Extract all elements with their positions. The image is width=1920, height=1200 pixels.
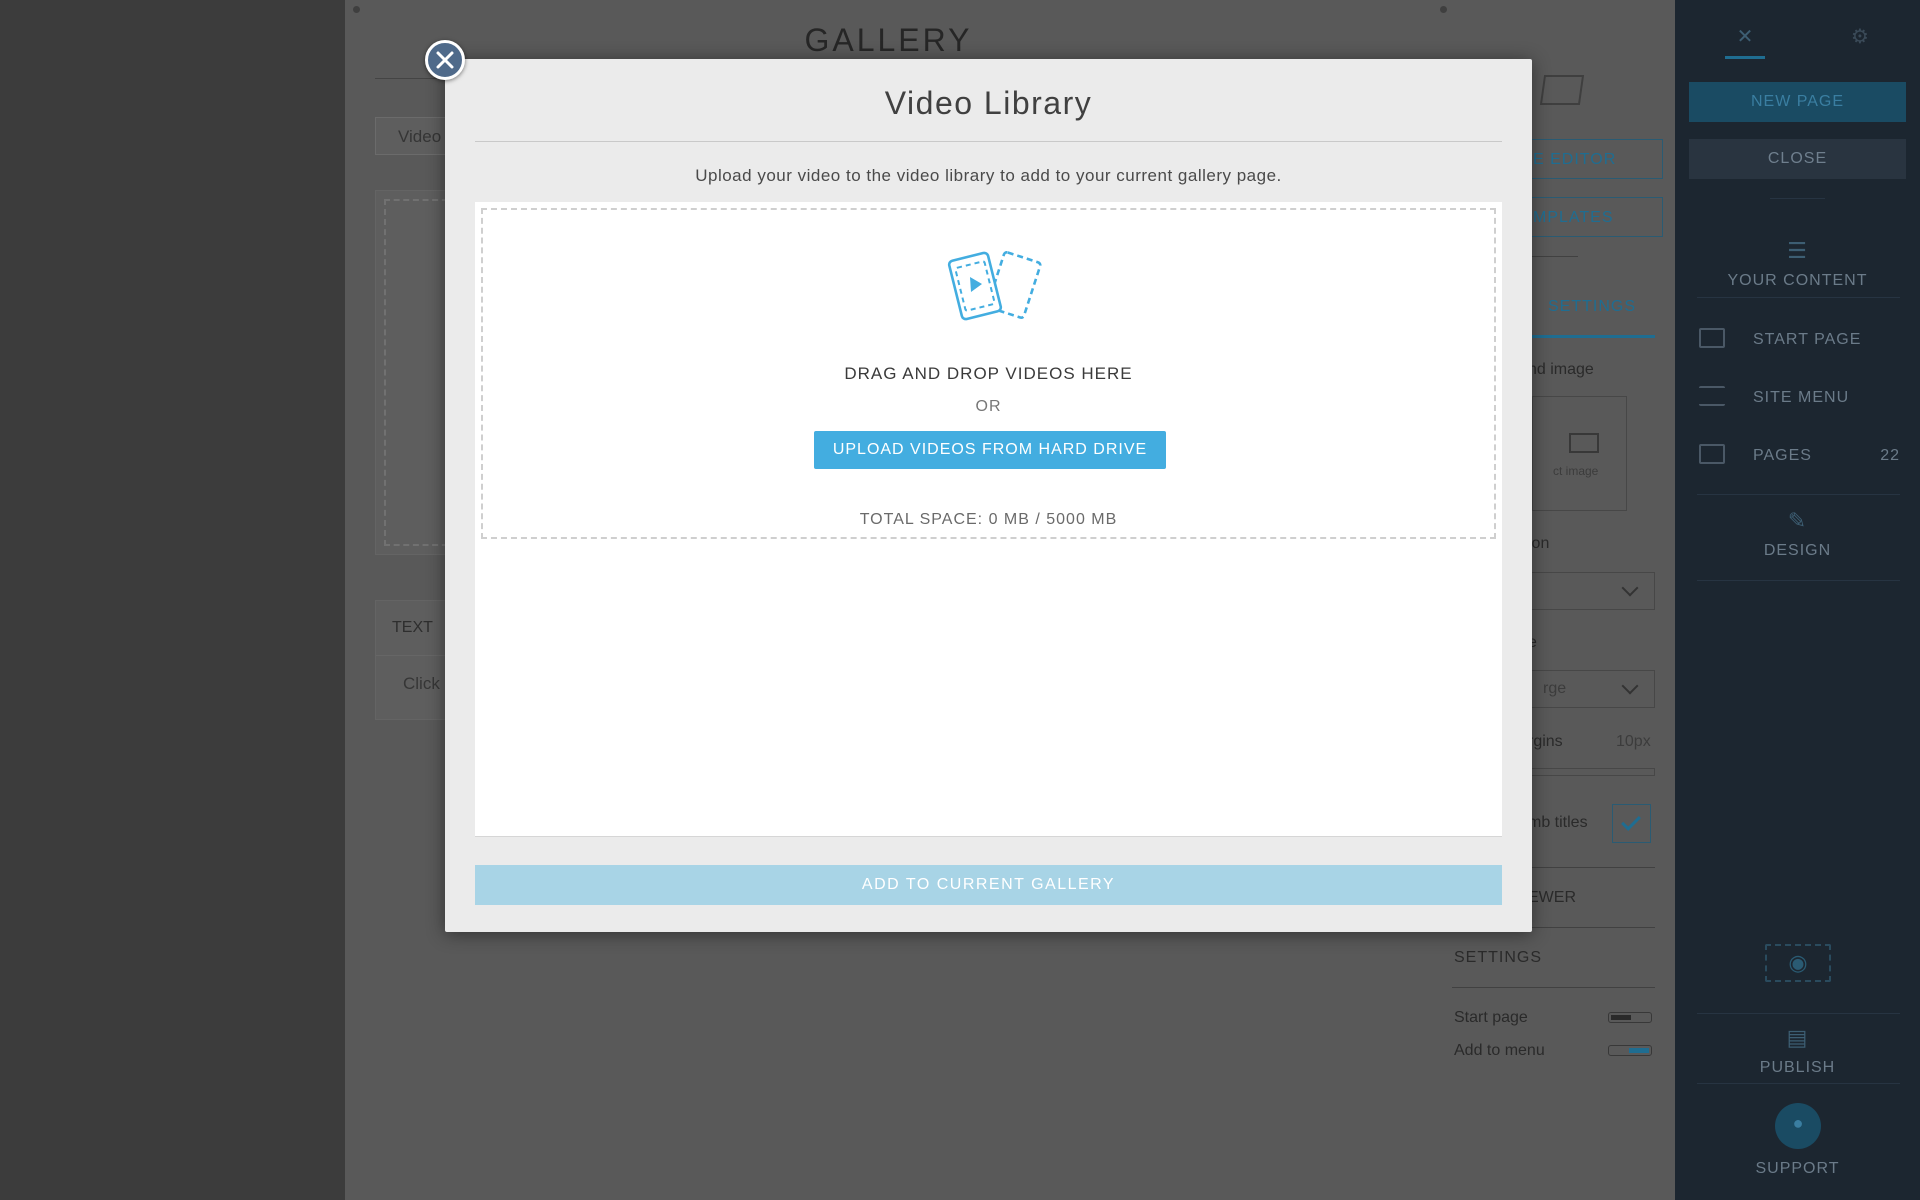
margins-label: rgins bbox=[1528, 733, 1563, 750]
sidebar-item-site-menu[interactable]: SITE MENU bbox=[1697, 376, 1900, 420]
modal-subtitle: Upload your video to the video library t… bbox=[695, 166, 1282, 185]
toggle-knob bbox=[1611, 1015, 1631, 1020]
image-icon bbox=[1539, 75, 1585, 105]
start-page-label: START PAGE bbox=[1753, 331, 1862, 348]
sidebar-item-pages[interactable]: PAGES 22 bbox=[1697, 434, 1900, 478]
video-files-icon bbox=[947, 251, 1042, 321]
divider bbox=[1452, 987, 1655, 988]
divider bbox=[1770, 198, 1825, 199]
background-image-label: nd image bbox=[1528, 361, 1594, 378]
chevron-down-icon bbox=[1621, 579, 1639, 597]
start-page-toggle[interactable] bbox=[1608, 1012, 1652, 1023]
publish-icon: ▤ bbox=[1786, 1025, 1809, 1050]
menu-icon bbox=[1699, 386, 1725, 406]
tools-icon[interactable]: ✕ bbox=[1730, 24, 1760, 54]
modal-divider bbox=[475, 141, 1502, 142]
gear-icon[interactable]: ⚙ bbox=[1845, 24, 1875, 54]
close-icon bbox=[436, 51, 454, 69]
site-menu-label: SITE MENU bbox=[1753, 389, 1850, 406]
checkmark-icon bbox=[1621, 811, 1641, 831]
close-modal-button[interactable] bbox=[425, 40, 465, 80]
support-label[interactable]: SUPPORT bbox=[1675, 1160, 1920, 1178]
divider bbox=[1697, 1013, 1900, 1014]
your-content-item[interactable]: ☰ YOUR CONTENT bbox=[1675, 238, 1920, 290]
toggle-knob bbox=[1629, 1048, 1649, 1053]
total-space-text: TOTAL SPACE: 0 MB / 5000 MB bbox=[859, 511, 1118, 528]
settings-handle-dot bbox=[1440, 6, 1447, 13]
publish-item[interactable]: ▤ PUBLISH bbox=[1675, 1025, 1920, 1077]
monitor-icon bbox=[1569, 433, 1599, 453]
divider bbox=[1697, 1083, 1900, 1084]
select-image-text: ct image bbox=[1553, 464, 1599, 478]
select-image-box[interactable]: ct image bbox=[1532, 396, 1627, 511]
eye-icon[interactable]: ◉ bbox=[1765, 944, 1831, 982]
close-sidebar-button[interactable]: CLOSE bbox=[1689, 139, 1906, 179]
add-to-menu-label: Add to menu bbox=[1454, 1042, 1545, 1059]
add-to-gallery-button[interactable]: ADD TO CURRENT GALLERY bbox=[475, 865, 1502, 905]
video-dropzone[interactable]: DRAG AND DROP VIDEOS HERE OR UPLOAD VIDE… bbox=[481, 208, 1496, 539]
pages-label: PAGES bbox=[1753, 447, 1812, 464]
left-backdrop bbox=[0, 0, 345, 1200]
chat-icon[interactable]: ● bbox=[1775, 1103, 1821, 1149]
chevron-down-icon bbox=[1621, 677, 1639, 695]
layers-icon: ☰ bbox=[1787, 238, 1808, 263]
divider bbox=[1697, 494, 1900, 495]
design-icon: ✎ bbox=[1787, 508, 1808, 533]
new-page-button[interactable]: NEW PAGE bbox=[1689, 82, 1906, 122]
gallery-title: GALLERY bbox=[804, 22, 973, 58]
sidebar-item-start-page[interactable]: START PAGE bbox=[1697, 318, 1900, 362]
add-to-menu-toggle[interactable] bbox=[1608, 1045, 1652, 1056]
modal-title: Video Library bbox=[884, 85, 1093, 121]
thumb-titles-label: mb titles bbox=[1528, 814, 1588, 831]
pages-count: 22 bbox=[1880, 447, 1900, 464]
right-sidebar: ✕ ⚙ NEW PAGE CLOSE ☰ YOUR CONTENT START … bbox=[1675, 0, 1920, 1200]
active-tab-indicator bbox=[1725, 56, 1765, 59]
pages-icon bbox=[1699, 444, 1725, 464]
size-value: rge bbox=[1543, 680, 1567, 697]
thumb-titles-checkbox[interactable] bbox=[1612, 804, 1651, 843]
design-item[interactable]: ✎ DESIGN bbox=[1675, 508, 1920, 560]
margins-value: 10px bbox=[1616, 733, 1651, 750]
publish-label: PUBLISH bbox=[1759, 1059, 1836, 1076]
canvas-handle-dot bbox=[353, 6, 360, 13]
video-library-modal: Video Library Upload your video to the v… bbox=[445, 59, 1532, 932]
drag-drop-text: DRAG AND DROP VIDEOS HERE bbox=[844, 364, 1133, 383]
upload-videos-button[interactable]: UPLOAD VIDEOS FROM HARD DRIVE bbox=[814, 431, 1166, 469]
viewer-label: EWER bbox=[1528, 889, 1576, 906]
divider bbox=[1697, 297, 1900, 298]
design-label: DESIGN bbox=[1763, 542, 1832, 559]
upload-panel: DRAG AND DROP VIDEOS HERE OR UPLOAD VIDE… bbox=[475, 202, 1502, 837]
start-page-icon bbox=[1699, 328, 1725, 348]
your-content-label: YOUR CONTENT bbox=[1727, 272, 1868, 289]
or-text: OR bbox=[975, 398, 1002, 415]
divider bbox=[1697, 580, 1900, 581]
start-page-label: Start page bbox=[1454, 1009, 1528, 1026]
settings-section-label: SETTINGS bbox=[1454, 949, 1543, 966]
